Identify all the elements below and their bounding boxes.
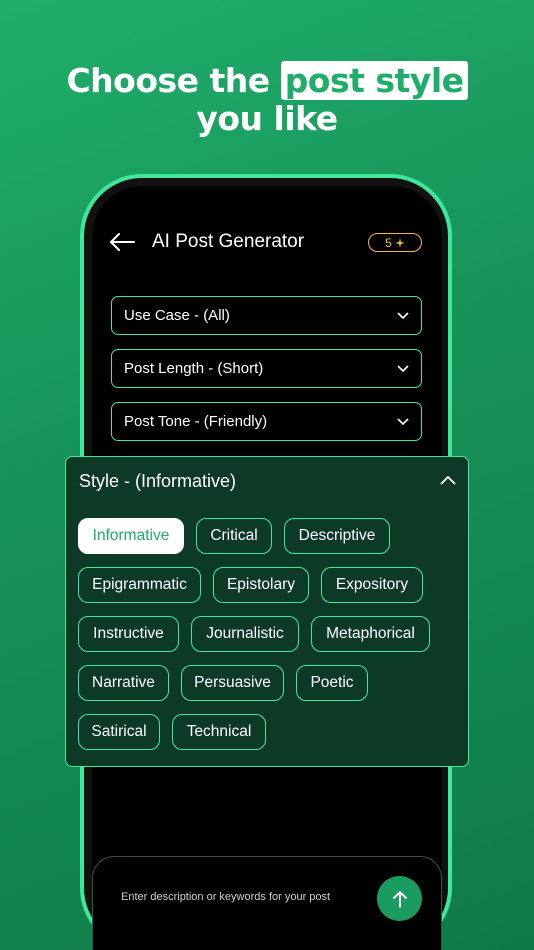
headline-line2: you like	[196, 99, 338, 138]
chip-journalistic[interactable]: Journalistic	[191, 616, 299, 652]
arrow-up-icon	[392, 890, 407, 908]
chip-satirical[interactable]: Satirical	[78, 714, 160, 750]
post-tone-label: Post Tone - (Friendly)	[124, 413, 268, 430]
chevron-down-icon	[397, 311, 409, 319]
chip-critical[interactable]: Critical	[196, 518, 272, 554]
app-title: AI Post Generator	[152, 231, 305, 252]
post-tone-dropdown[interactable]: Post Tone - (Friendly)	[111, 402, 422, 441]
chip-epistolary[interactable]: Epistolary	[213, 567, 309, 603]
chip-informative[interactable]: Informative	[78, 518, 184, 554]
credits-badge[interactable]: 5	[368, 233, 422, 252]
post-length-label: Post Length - (Short)	[124, 360, 264, 377]
sparkle-icon	[394, 237, 405, 248]
headline-prefix: Choose the	[66, 61, 270, 100]
chip-technical[interactable]: Technical	[172, 714, 266, 750]
use-case-label: Use Case - (All)	[124, 307, 230, 324]
chip-persuasive[interactable]: Persuasive	[181, 665, 284, 701]
chevron-down-icon	[397, 417, 409, 425]
chip-instructive[interactable]: Instructive	[78, 616, 179, 652]
headline-highlight: post style	[280, 61, 468, 100]
chip-narrative[interactable]: Narrative	[78, 665, 169, 701]
post-length-dropdown[interactable]: Post Length - (Short)	[111, 349, 422, 388]
credits-count: 5	[385, 235, 392, 250]
send-button[interactable]	[377, 876, 422, 921]
style-panel: Style - (Informative) Informative Critic…	[65, 456, 469, 767]
chip-descriptive[interactable]: Descriptive	[284, 518, 390, 554]
chip-poetic[interactable]: Poetic	[296, 665, 368, 701]
description-input[interactable]: Enter description or keywords for your p…	[121, 891, 330, 903]
chevron-down-icon	[397, 364, 409, 372]
chip-epigrammatic[interactable]: Epigrammatic	[78, 567, 201, 603]
headline: Choose the post style you like	[0, 61, 534, 138]
chevron-up-icon[interactable]	[440, 475, 456, 485]
style-title: Style - (Informative)	[79, 471, 237, 491]
use-case-dropdown[interactable]: Use Case - (All)	[111, 296, 422, 335]
back-arrow-icon[interactable]	[108, 230, 136, 254]
chip-metaphorical[interactable]: Metaphorical	[311, 616, 430, 652]
chip-expository[interactable]: Expository	[321, 567, 423, 603]
